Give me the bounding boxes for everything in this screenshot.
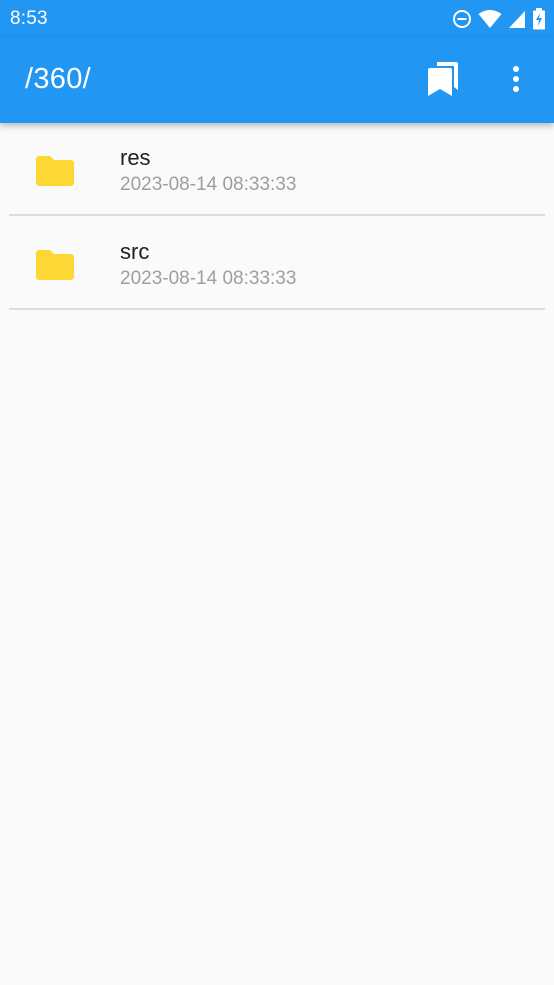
page-title: /360/ <box>25 63 91 95</box>
do-not-disturb-icon <box>452 9 472 29</box>
folder-icon <box>36 156 74 186</box>
folder-icon <box>36 250 74 280</box>
file-modified-date: 2023-08-14 08:33:33 <box>120 174 297 195</box>
status-bar: 8:53 <box>0 0 554 38</box>
app-bar: /360/ <box>0 38 554 123</box>
divider <box>9 308 545 310</box>
status-time: 8:53 <box>10 8 48 29</box>
more-vert-icon <box>512 65 520 97</box>
file-name: res <box>120 145 151 170</box>
bookmark-icon <box>428 61 458 101</box>
file-list: res 2023-08-14 08:33:33 src 2023-08-14 0… <box>0 123 554 310</box>
list-item[interactable]: src 2023-08-14 08:33:33 <box>0 217 554 310</box>
status-icons <box>452 7 546 31</box>
divider <box>9 214 545 216</box>
screen: 8:53 /360/ res 2023-08-14 08:33:33 src 2… <box>0 0 554 985</box>
file-name: src <box>120 239 150 264</box>
list-item[interactable]: res 2023-08-14 08:33:33 <box>0 123 554 216</box>
cell-signal-icon <box>508 9 526 29</box>
wifi-icon <box>478 9 502 29</box>
file-modified-date: 2023-08-14 08:33:33 <box>120 268 297 289</box>
bookmarks-button[interactable] <box>420 56 466 106</box>
more-options-button[interactable] <box>494 56 538 106</box>
battery-charging-icon <box>532 8 546 30</box>
